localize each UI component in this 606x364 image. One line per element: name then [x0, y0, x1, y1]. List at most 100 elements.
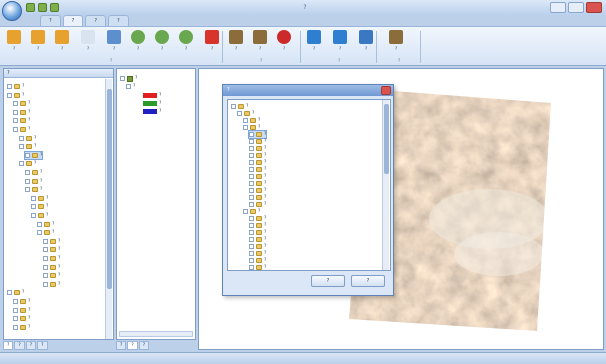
- expand-toggle-icon[interactable]: [249, 132, 254, 137]
- expand-toggle-icon[interactable]: [13, 316, 18, 322]
- expand-toggle-icon[interactable]: [25, 187, 30, 193]
- expand-toggle-icon[interactable]: [249, 153, 254, 158]
- tree-item[interactable]: ?: [13, 126, 30, 133]
- expand-toggle-icon[interactable]: [13, 299, 18, 304]
- ribbon-tab[interactable]: ?: [107, 15, 129, 26]
- expand-toggle-icon[interactable]: [43, 238, 48, 244]
- tree-item[interactable]: ?: [249, 152, 266, 159]
- tree-item[interactable]: ?: [7, 289, 24, 296]
- expand-toggle-icon[interactable]: [249, 265, 254, 270]
- dialog-scroll-thumb[interactable]: [384, 104, 389, 174]
- left-bottom-tab[interactable]: ?: [14, 341, 25, 350]
- expand-toggle-icon[interactable]: [31, 204, 36, 210]
- tree-item[interactable]: ?: [43, 264, 60, 271]
- layer-item[interactable]: ?: [126, 83, 135, 90]
- tree-item[interactable]: ?: [37, 229, 54, 236]
- tree-item[interactable]: ?: [13, 324, 30, 331]
- ok-button[interactable]: ?: [311, 275, 345, 287]
- expand-toggle-icon[interactable]: [249, 188, 254, 193]
- tree-item[interactable]: ?: [231, 103, 248, 110]
- dialog-close-button[interactable]: [381, 86, 391, 95]
- ribbon-button[interactable]: ?: [226, 30, 246, 56]
- tree-item[interactable]: ?: [249, 215, 266, 222]
- close-button[interactable]: [586, 2, 602, 13]
- tree-item[interactable]: ?: [249, 257, 266, 264]
- expand-toggle-icon[interactable]: [19, 135, 24, 141]
- layer-root[interactable]: ?: [120, 75, 137, 82]
- tree-item[interactable]: ?: [249, 264, 266, 270]
- ribbon-button[interactable]: ?: [4, 30, 24, 56]
- expand-toggle-icon[interactable]: [249, 160, 254, 165]
- expand-toggle-icon[interactable]: [249, 244, 254, 249]
- tree-item[interactable]: ?: [43, 246, 60, 253]
- expand-toggle-icon[interactable]: [31, 213, 36, 218]
- tree-item[interactable]: ?: [43, 272, 60, 279]
- tree-item[interactable]: ?: [237, 110, 254, 117]
- expand-toggle-icon[interactable]: [37, 230, 42, 236]
- ribbon-tab-active[interactable]: ?: [62, 15, 84, 26]
- layer-hscrollbar[interactable]: [119, 331, 193, 337]
- ribbon-tab[interactable]: ?: [40, 15, 61, 26]
- undo-icon[interactable]: [38, 3, 47, 12]
- ribbon-button[interactable]: ?: [176, 30, 196, 56]
- expand-toggle-icon[interactable]: [249, 230, 254, 235]
- expand-toggle-icon[interactable]: [243, 118, 248, 123]
- layer-bottom-tab[interactable]: ?: [138, 341, 150, 350]
- tree-item[interactable]: ?: [13, 100, 30, 107]
- tree-item[interactable]: ?: [249, 250, 266, 257]
- tree-item[interactable]: ?: [25, 186, 42, 193]
- tree-item[interactable]: ?: [249, 194, 266, 201]
- expand-toggle-icon[interactable]: [243, 209, 248, 214]
- expand-toggle-icon[interactable]: [13, 118, 18, 124]
- expand-toggle-icon[interactable]: [19, 144, 24, 150]
- expand-toggle-icon[interactable]: [249, 195, 254, 200]
- tree-item[interactable]: ?: [243, 208, 260, 215]
- tree-item[interactable]: ?: [31, 195, 48, 202]
- tree-item[interactable]: ?: [249, 229, 266, 236]
- ribbon-tab[interactable]: ?: [85, 15, 106, 26]
- tree-item[interactable]: ?: [43, 255, 60, 262]
- minimize-button[interactable]: [550, 2, 566, 13]
- tree-item[interactable]: ?: [249, 222, 266, 229]
- tree-item[interactable]: ?: [13, 298, 30, 305]
- tree-item[interactable]: ?: [19, 160, 36, 167]
- ribbon-button[interactable]: ?: [202, 30, 222, 56]
- ribbon-button[interactable]: ?: [104, 30, 124, 56]
- ribbon-button[interactable]: ?: [52, 30, 72, 56]
- tree-item[interactable]: ?: [249, 236, 266, 243]
- left-bottom-tab[interactable]: ?: [37, 341, 48, 350]
- expand-toggle-icon[interactable]: [249, 174, 254, 179]
- ribbon-button[interactable]: ?: [330, 30, 350, 56]
- ribbon-button[interactable]: ?: [304, 30, 324, 56]
- tree-item[interactable]: ?: [43, 281, 60, 288]
- tree-item[interactable]: ?: [25, 178, 42, 185]
- expand-toggle-icon[interactable]: [13, 109, 18, 115]
- tree-item[interactable]: ?: [7, 83, 24, 90]
- tree-item[interactable]: ?: [13, 307, 30, 314]
- layer-bottom-tab[interactable]: ?: [116, 341, 127, 350]
- tree-item[interactable]: ?: [43, 238, 60, 245]
- expand-toggle-icon[interactable]: [31, 195, 36, 201]
- maximize-button[interactable]: [568, 2, 584, 13]
- expand-toggle-icon[interactable]: [249, 251, 254, 256]
- tree-item[interactable]: ?: [19, 143, 36, 150]
- tree-item[interactable]: ?: [249, 166, 266, 173]
- tree-item[interactable]: ?: [13, 109, 30, 116]
- expand-toggle-icon[interactable]: [249, 223, 254, 228]
- expand-toggle-icon[interactable]: [43, 281, 48, 287]
- expand-toggle-icon[interactable]: [13, 127, 18, 132]
- tree-item[interactable]: ?: [23, 150, 44, 160]
- expand-toggle-icon[interactable]: [13, 324, 18, 330]
- cancel-button[interactable]: ?: [351, 275, 385, 287]
- ribbon-button[interactable]: ?: [128, 30, 148, 56]
- layer-checkbox[interactable]: [126, 84, 131, 89]
- tree-item[interactable]: ?: [249, 145, 266, 152]
- tree-item[interactable]: ?: [249, 159, 266, 166]
- expand-toggle-icon[interactable]: [249, 202, 254, 207]
- expand-toggle-icon[interactable]: [249, 258, 254, 263]
- ribbon-button[interactable]: ?: [250, 30, 270, 56]
- tree-item[interactable]: ?: [19, 135, 36, 142]
- tree-item[interactable]: ?: [31, 212, 48, 219]
- ribbon-button[interactable]: ?: [386, 30, 406, 56]
- tree-item[interactable]: ?: [249, 187, 266, 194]
